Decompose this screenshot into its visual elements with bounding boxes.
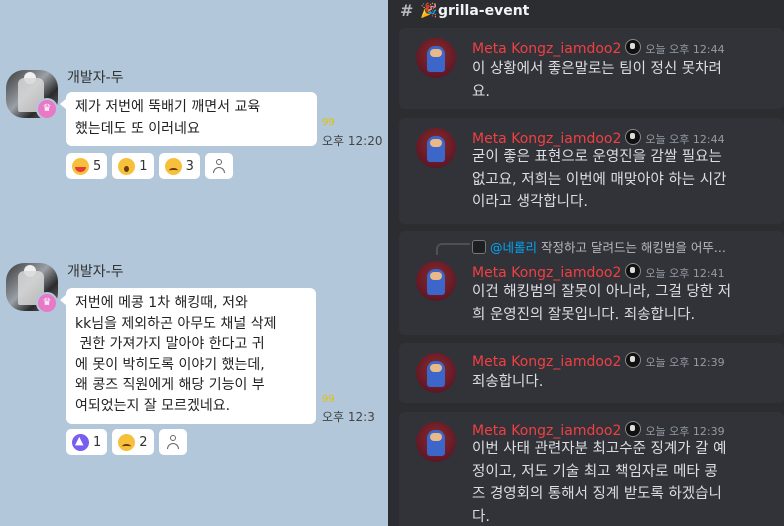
- reaction-surprised[interactable]: 1: [112, 153, 154, 179]
- reaction-members-button[interactable]: [158, 429, 187, 455]
- like-emoji-icon: [72, 433, 89, 451]
- message-line: 권한 가져가지 말아야 한다고 귀: [75, 336, 265, 352]
- reaction-bar: 5 1 3: [66, 153, 233, 179]
- message-header: Meta Kongz_iamdoo2 오늘 오후 12:44: [472, 38, 725, 57]
- reaction-count: 3: [185, 158, 194, 174]
- person-icon: [212, 159, 226, 173]
- message-line: 에 못이 박히도록 이야기 했는데,: [75, 356, 265, 373]
- message-line: 제가 저번에 뚝배기 깨면서 교육: [75, 99, 261, 115]
- message-line: 희 운영진의 잘못입니다. 죄송합니다.: [472, 306, 696, 323]
- badge-icon: [625, 129, 642, 145]
- channel-hash-icon: #: [400, 1, 414, 20]
- reaction-sad[interactable]: 3: [158, 153, 200, 179]
- discord-message[interactable]: Meta Kongz_iamdoo2 오늘 오후 12:44 굳이 좋은 표현으로…: [399, 118, 784, 224]
- reply-mention[interactable]: @네롤리: [490, 240, 537, 255]
- crown-badge-icon: ♛: [36, 292, 58, 314]
- message-line: 했는데도 또 이러네요: [75, 120, 200, 137]
- reply-connector: [436, 243, 470, 255]
- user-avatar[interactable]: [416, 422, 456, 462]
- message-line: 이번 사태 관련자분 최고수준 징계가 갈 예: [472, 441, 727, 457]
- unread-count: 99: [322, 117, 335, 128]
- sad-emoji-icon: [118, 433, 136, 451]
- message-bubble[interactable]: 제가 저번에 뚝배기 깨면서 교육 했는데도 또 이러네요: [60, 92, 317, 146]
- badge-icon: [625, 263, 642, 279]
- message-line: 이 상황에서 좋은말로는 팀이 정신 못차려: [472, 61, 722, 77]
- user-avatar[interactable]: [416, 261, 456, 301]
- message-header: Meta Kongz_iamdoo2 오늘 오후 12:44: [472, 128, 725, 147]
- message-header: Meta Kongz_iamdoo2 오늘 오후 12:41: [472, 262, 725, 281]
- channel-name[interactable]: grilla-event: [438, 0, 529, 22]
- message-time: 오후 12:20: [322, 134, 383, 148]
- message-line: 요.: [472, 83, 490, 100]
- sender-name: 개발자-두: [67, 264, 124, 280]
- reaction-laugh[interactable]: 5: [66, 153, 108, 179]
- discord-message[interactable]: Meta Kongz_iamdoo2 오늘 오후 12:39 이번 사태 관련자분…: [399, 412, 784, 526]
- user-avatar[interactable]: [416, 38, 456, 78]
- crown-badge-icon: ♛: [36, 98, 58, 120]
- timestamp: 오늘 오후 12:44: [645, 133, 725, 146]
- badge-icon: [625, 421, 642, 437]
- reply-avatar-icon: [472, 240, 486, 254]
- message-text: 죄송합니다.: [472, 371, 772, 394]
- sad-emoji-icon: [164, 157, 182, 175]
- discord-message[interactable]: Meta Kongz_iamdoo2 오늘 오후 12:44 이 상황에서 좋은말…: [399, 28, 784, 109]
- message-line: 이건 해킹범의 잘못이 아니라, 그걸 당한 저: [472, 284, 732, 300]
- message-text: 이 상황에서 좋은말로는 팀이 정신 못차려 요.: [472, 58, 772, 103]
- discord-message[interactable]: Meta Kongz_iamdoo2 오늘 오후 12:39 죄송합니다.: [399, 343, 784, 403]
- reaction-like[interactable]: 1: [66, 429, 108, 455]
- message-time: 오후 12:3: [322, 410, 375, 424]
- timestamp: 오늘 오후 12:39: [645, 425, 725, 438]
- reaction-sad[interactable]: 2: [112, 429, 154, 455]
- message-header: Meta Kongz_iamdoo2 오늘 오후 12:39: [472, 420, 725, 439]
- sender-name: 개발자-두: [67, 70, 124, 86]
- username[interactable]: Meta Kongz_iamdoo2: [472, 423, 621, 439]
- person-icon: [166, 435, 180, 449]
- laugh-emoji-icon: [72, 157, 89, 175]
- reaction-count: 2: [139, 434, 148, 450]
- username[interactable]: Meta Kongz_iamdoo2: [472, 354, 621, 370]
- message-line: kk님을 제외하곤 아무도 채널 삭제: [75, 315, 277, 332]
- message-line: 죄송합니다.: [472, 374, 544, 390]
- message-line: 즈 경영회의 통해서 징계 받도록 하겠습니: [472, 486, 722, 502]
- timestamp: 오늘 오후 12:39: [645, 356, 725, 369]
- message-line: 이라고 생각합니다.: [472, 194, 588, 210]
- message-line: 없고요, 저희는 이번에 매맞아야 하는 시간: [472, 171, 727, 188]
- message-line: 다.: [472, 508, 490, 525]
- reply-preview[interactable]: @네롤리 작정하고 달려드는 해킹범을 어뚜...: [472, 237, 772, 256]
- reaction-count: 1: [93, 434, 102, 450]
- message-line: 정이고, 저도 기술 최고 책임자로 메타 콩: [472, 463, 718, 480]
- timestamp: 오늘 오후 12:41: [645, 267, 725, 280]
- user-avatar[interactable]: [416, 128, 456, 168]
- timestamp: 오늘 오후 12:44: [645, 43, 725, 56]
- message-line: 굳이 좋은 표현으로 운영진을 감쌀 필요는: [472, 149, 722, 165]
- username[interactable]: Meta Kongz_iamdoo2: [472, 41, 621, 57]
- reaction-count: 1: [139, 158, 148, 174]
- party-popper-icon: 🎉: [420, 3, 438, 19]
- message-line: 왜 콩즈 직원에게 해당 기능이 부: [75, 377, 265, 393]
- message-line: 저번에 메콩 1차 해킹때, 저와: [75, 295, 248, 311]
- reaction-members-button[interactable]: [204, 153, 233, 179]
- message-header: Meta Kongz_iamdoo2 오늘 오후 12:39: [472, 351, 725, 370]
- kakao-chat-panel: ♛ 개발자-두 제가 저번에 뚝배기 깨면서 교육 했는데도 또 이러네요 99…: [0, 0, 388, 526]
- message-text: 이건 해킹범의 잘못이 아니라, 그걸 당한 저 희 운영진의 잘못입니다. 죄…: [472, 281, 772, 326]
- badge-icon: [625, 352, 642, 368]
- message-line: 여되었는지 잘 모르겠네요.: [75, 397, 231, 414]
- message-text: 이번 사태 관련자분 최고수준 징계가 갈 예 정이고, 저도 기술 최고 책임…: [472, 438, 772, 526]
- reaction-count: 5: [93, 158, 102, 174]
- channel-header: # 🎉 grilla-event: [388, 0, 784, 24]
- message-text: 굳이 좋은 표현으로 운영진을 감쌀 필요는 없고요, 저희는 이번에 매맞아야…: [472, 146, 772, 214]
- discord-message[interactable]: @네롤리 작정하고 달려드는 해킹범을 어뚜... Meta Kongz_iam…: [399, 231, 784, 335]
- reply-text: 작정하고 달려드는 해킹범을 어뚜...: [537, 240, 726, 255]
- username[interactable]: Meta Kongz_iamdoo2: [472, 265, 621, 281]
- username[interactable]: Meta Kongz_iamdoo2: [472, 131, 621, 147]
- badge-icon: [625, 39, 642, 55]
- message-bubble[interactable]: 저번에 메콩 1차 해킹때, 저와 kk님을 제외하곤 아무도 채널 삭제 권한…: [60, 288, 316, 424]
- discord-chat-panel: # 🎉 grilla-event Meta Kongz_iamdoo2 오늘 오후…: [388, 0, 784, 526]
- reaction-bar: 1 2: [66, 429, 187, 455]
- surprised-emoji-icon: [118, 157, 136, 175]
- unread-count: 99: [322, 394, 335, 405]
- user-avatar[interactable]: [416, 353, 456, 393]
